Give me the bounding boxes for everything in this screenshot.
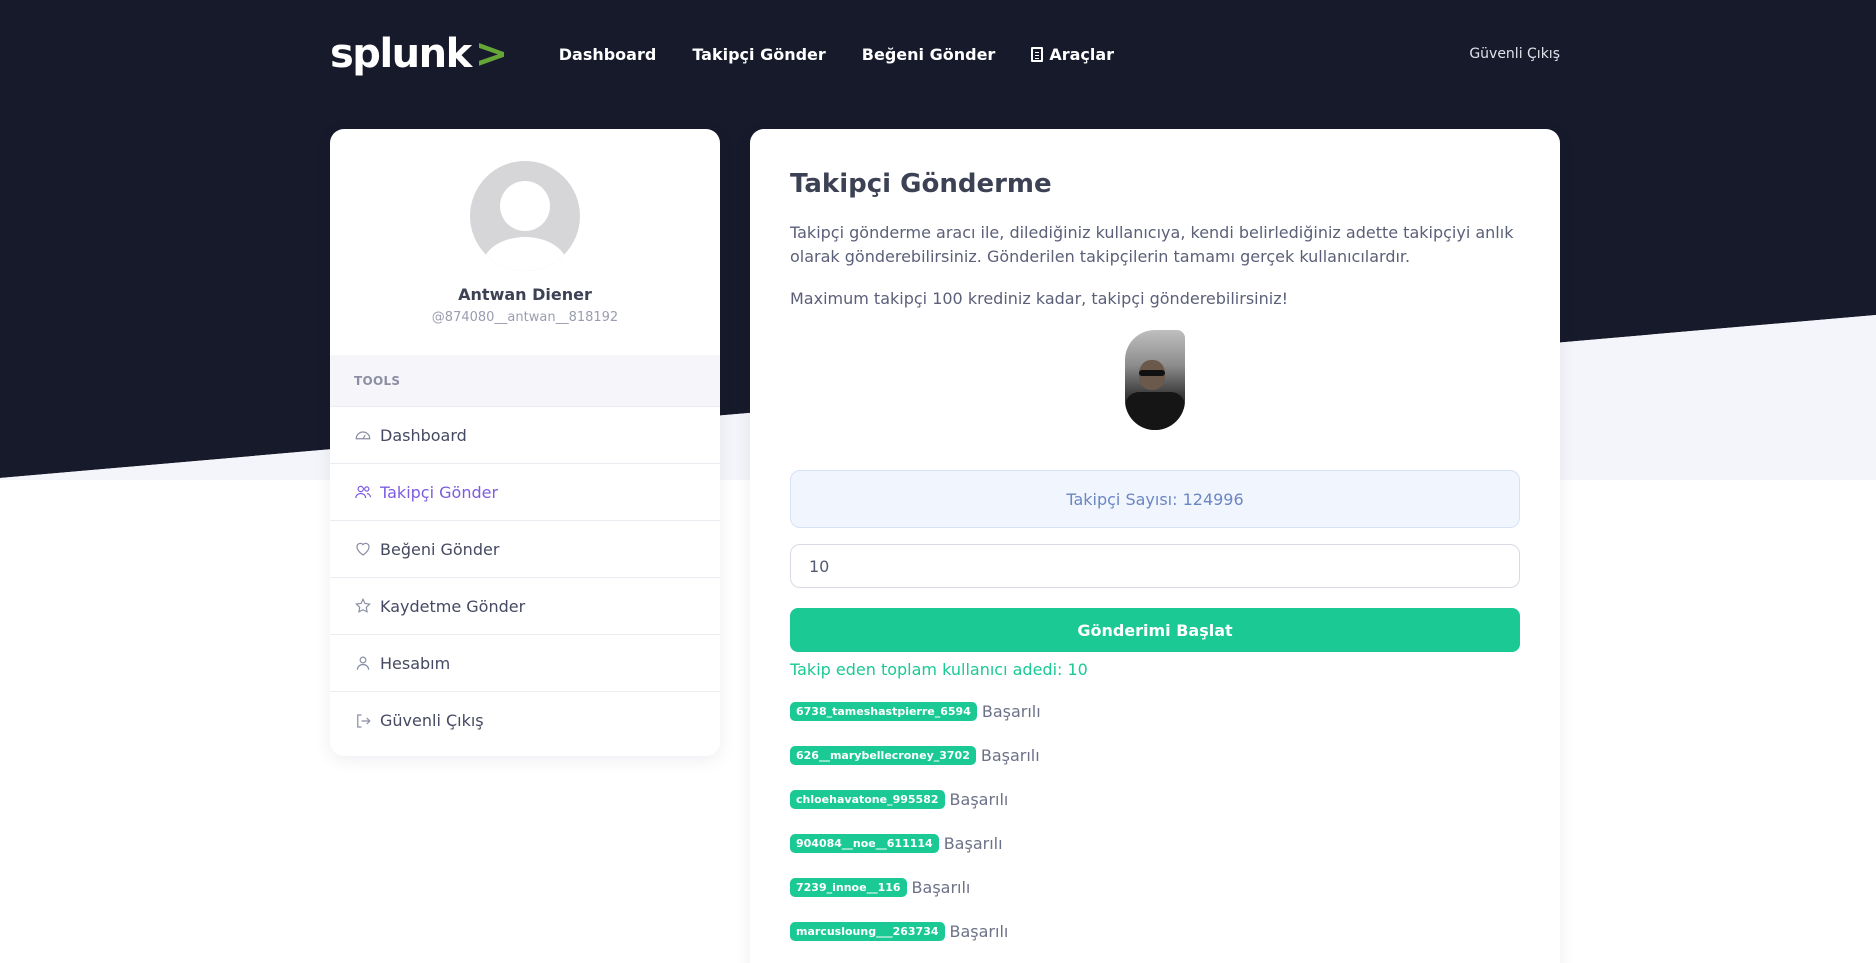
- user-icon: [356, 656, 370, 670]
- logo-chevron: >: [474, 31, 509, 77]
- start-sending-button[interactable]: Gönderimi Başlat: [790, 608, 1520, 652]
- username-badge: marcusloung___263734: [790, 921, 945, 941]
- document-icon: [1031, 46, 1044, 62]
- logout-link[interactable]: Güvenli Çıkış: [1469, 46, 1560, 62]
- list-item: marcusloung___263734 Başarılı: [790, 909, 1520, 953]
- avatar-body-shape: [482, 237, 568, 271]
- sidebar-item-begeni-gonder[interactable]: Beğeni Gönder: [330, 521, 720, 578]
- nav-begeni-gonder[interactable]: Beğeni Gönder: [862, 45, 996, 64]
- username-badge: 6738_tameshastpierre_6594: [790, 701, 977, 721]
- total-followers-text: Takip eden toplam kullanıcı adedi: 10: [790, 660, 1088, 679]
- avatar-head-shape: [500, 181, 550, 231]
- top-nav: Dashboard Takipçi Gönder Beğeni Gönder A…: [559, 45, 1114, 64]
- username-badge: chloehavatone_995582: [790, 789, 945, 809]
- username-badge: 626__marybellecroney_3702: [790, 745, 976, 765]
- username-badge: 904084__noe__611114: [790, 833, 939, 853]
- max-info-text: Maximum takipçi 100 krediniz kadar, taki…: [790, 289, 1289, 308]
- description-text: Takipçi gönderme aracı ile, dilediğiniz …: [790, 223, 1514, 266]
- heart-icon: [356, 542, 370, 556]
- nav-araclar-label: Araçlar: [1049, 44, 1115, 64]
- sidebar-item-label: Hesabım: [380, 653, 451, 673]
- tools-section-label: TOOLS: [330, 355, 720, 407]
- profile-photo-wrap: [790, 330, 1520, 430]
- sidebar-card: Antwan Diener @874080__antwan__818192 TO…: [330, 129, 720, 756]
- sidebar-item-label: Kaydetme Gönder: [380, 596, 526, 616]
- dashboard-icon: [355, 431, 371, 440]
- avatar: [470, 161, 580, 271]
- profile-username: @874080__antwan__818192: [431, 310, 619, 325]
- target-profile-photo: [1125, 330, 1185, 430]
- list-item: 904084__noe__611114 Başarılı: [790, 821, 1520, 865]
- status-text: Başarılı: [943, 833, 1003, 853]
- list-item: 626__marybellecroney_3702 Başarılı: [790, 733, 1520, 777]
- sidebar-item-hesabim[interactable]: Hesabım: [330, 635, 720, 692]
- nav-takipci-gonder[interactable]: Takipçi Gönder: [692, 45, 825, 64]
- sidebar-item-label: Takipçi Gönder: [380, 482, 499, 502]
- status-text: Başarılı: [981, 701, 1041, 721]
- photo-shirt-shape: [1125, 392, 1185, 430]
- sidebar-item-label: Güvenli Çıkış: [380, 711, 484, 730]
- main-card: Takipçi Gönderme Takipçi gönderme aracı …: [750, 129, 1560, 963]
- list-item: 7239_innoe__116 Başarılı: [790, 865, 1520, 909]
- sidebar-item-guvenli-cikis[interactable]: Güvenli Çıkış: [330, 692, 720, 749]
- follower-count-box: Takipçi Sayısı: 124996: [790, 470, 1520, 528]
- list-item: 6738_tameshastpierre_6594 Başarılı: [790, 689, 1520, 733]
- star-icon: [355, 597, 371, 613]
- logo-text: splunk: [330, 31, 472, 77]
- status-text: Başarılı: [911, 877, 971, 897]
- results-list: 6738_tameshastpierre_6594 Başarılı 626__…: [790, 689, 1520, 953]
- status-text: Başarılı: [949, 789, 1009, 809]
- username-badge: 7239_innoe__116: [790, 877, 907, 897]
- nav-dashboard[interactable]: Dashboard: [559, 45, 657, 64]
- sidebar-item-takipci-gonder[interactable]: Takipçi Gönder: [330, 464, 720, 521]
- list-item: chloehavatone_995582 Başarılı: [790, 777, 1520, 821]
- sidebar-item-dashboard[interactable]: Dashboard: [330, 407, 720, 464]
- logout-icon: [357, 713, 371, 728]
- splunk-logo[interactable]: splunk >: [330, 31, 509, 77]
- top-header: splunk > Dashboard Takipçi Gönder Beğeni …: [330, 28, 1560, 80]
- sidebar-item-label: Beğeni Gönder: [380, 539, 500, 559]
- sidebar-item-label: Dashboard: [380, 425, 467, 445]
- status-text: Başarılı: [949, 921, 1009, 941]
- page-title: Takipçi Gönderme: [790, 169, 1052, 199]
- profile-section: Antwan Diener @874080__antwan__818192: [330, 129, 720, 355]
- users-icon: [355, 485, 372, 499]
- sidebar-item-kaydetme-gonder[interactable]: Kaydetme Gönder: [330, 578, 720, 635]
- profile-name: Antwan Diener: [458, 285, 592, 304]
- status-text: Başarılı: [980, 745, 1040, 765]
- nav-araclar[interactable]: Araçlar: [1031, 45, 1114, 64]
- photo-glasses-shape: [1139, 370, 1165, 376]
- quantity-input[interactable]: [790, 544, 1520, 588]
